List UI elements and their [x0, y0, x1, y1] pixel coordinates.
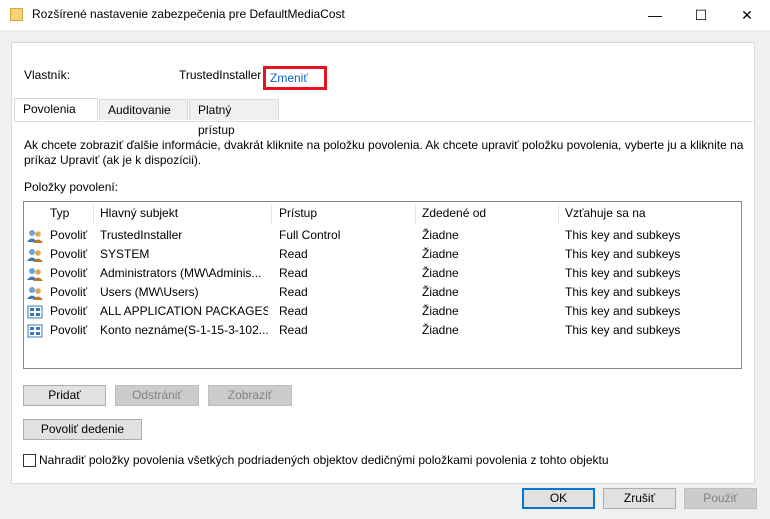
- info-text: Ak chcete zobraziť ďalšie informácie, dv…: [24, 138, 744, 167]
- view-button[interactable]: Zobraziť: [208, 385, 292, 406]
- title-bar: Rozšírené nastavenie zabezpečenia pre De…: [0, 0, 770, 30]
- tab-effective-access[interactable]: Platný prístup: [189, 99, 279, 137]
- apply-button[interactable]: Použiť: [684, 488, 757, 509]
- package-icon: [27, 324, 43, 338]
- minimize-button[interactable]: —: [632, 0, 678, 30]
- table-row[interactable]: Povoliť ALL APPLICATION PACKAGES Read Žiadn…: [24, 302, 741, 321]
- cell-access: Read: [279, 304, 308, 318]
- cell-principal: TrustedInstaller: [100, 228, 183, 242]
- cell-type: Povoliť: [50, 266, 88, 280]
- users-icon: [27, 286, 43, 300]
- column-header-applies-to[interactable]: Vzťahuje sa na: [565, 202, 646, 226]
- tab-divider: [14, 121, 753, 122]
- folder-icon: [10, 8, 23, 21]
- column-separator[interactable]: [415, 204, 416, 224]
- maximize-button[interactable]: ☐: [678, 0, 724, 30]
- table-row[interactable]: Povoliť Administrators (MW\Adminis... Read…: [24, 264, 741, 283]
- cell-type: Povoliť: [50, 228, 88, 242]
- tab-permissions[interactable]: Povolenia: [14, 98, 98, 121]
- cell-inherited: Žiadne: [422, 304, 459, 318]
- cell-principal: Administrators (MW\Adminis...: [100, 266, 262, 280]
- cell-type: Povoliť: [50, 285, 88, 299]
- cell-access: Read: [279, 323, 308, 337]
- cell-principal: SYSTEM: [100, 247, 150, 261]
- cell-applies: This key and subkeys: [565, 323, 681, 337]
- replace-child-permissions-checkbox[interactable]: [23, 454, 36, 467]
- cell-applies: This key and subkeys: [565, 247, 681, 261]
- window-title: Rozšírené nastavenie zabezpečenia pre De…: [32, 7, 345, 21]
- table-row[interactable]: Povoliť SYSTEM Read Žiadne This key and subk…: [24, 245, 741, 264]
- cell-inherited: Žiadne: [422, 266, 459, 280]
- column-separator[interactable]: [558, 204, 559, 224]
- cell-type: Povoliť: [50, 247, 88, 261]
- column-separator[interactable]: [271, 204, 272, 224]
- users-icon: [27, 267, 43, 281]
- permission-entries-list[interactable]: Typ Hlavný subjekt Prístup Zdedené od Vz…: [23, 201, 742, 369]
- cell-access: Read: [279, 266, 308, 280]
- cell-principal: Konto neznáme(S-1-15-3-102...: [100, 323, 268, 337]
- close-button[interactable]: ✕: [724, 0, 770, 30]
- cell-applies: This key and subkeys: [565, 285, 681, 299]
- cancel-button[interactable]: Zrušiť: [603, 488, 676, 509]
- cell-inherited: Žiadne: [422, 323, 459, 337]
- column-header-inherited-from[interactable]: Zdedené od: [422, 202, 486, 226]
- column-header-access[interactable]: Prístup: [279, 202, 317, 226]
- cell-inherited: Žiadne: [422, 285, 459, 299]
- change-owner-link[interactable]: Zmeniť: [263, 66, 327, 90]
- package-icon: [27, 305, 43, 319]
- cell-applies: This key and subkeys: [565, 304, 681, 318]
- column-separator[interactable]: [93, 204, 94, 224]
- cell-access: Full Control: [279, 228, 341, 242]
- users-icon: [27, 248, 43, 262]
- column-header-type[interactable]: Typ: [50, 202, 69, 226]
- table-row[interactable]: Povoliť Konto neznáme(S-1-15-3-102... Read…: [24, 321, 741, 340]
- remove-button[interactable]: Odstrániť: [115, 385, 199, 406]
- cell-type: Povoliť: [50, 323, 88, 337]
- add-button[interactable]: Pridať: [23, 385, 106, 406]
- permission-entries-label: Položky povolení:: [24, 180, 119, 194]
- replace-child-permissions-label: Nahradiť položky povolenia všetkých podr…: [39, 453, 609, 467]
- tab-auditing[interactable]: Auditovanie: [99, 99, 188, 120]
- owner-label: Vlastník:: [24, 68, 71, 82]
- table-row[interactable]: Povoliť Users (MW\Users) Read Žiadne This ke…: [24, 283, 741, 302]
- users-icon: [27, 229, 43, 243]
- cell-applies: This key and subkeys: [565, 266, 681, 280]
- ok-button[interactable]: OK: [522, 488, 595, 509]
- cell-applies: This key and subkeys: [565, 228, 681, 242]
- column-header-principal[interactable]: Hlavný subjekt: [100, 202, 178, 226]
- table-row[interactable]: Povoliť TrustedInstaller Full Control Žiadn…: [24, 226, 741, 245]
- cell-inherited: Žiadne: [422, 247, 459, 261]
- enable-inheritance-button[interactable]: Povoliť dedenie: [23, 419, 142, 440]
- owner-value: TrustedInstaller: [179, 68, 262, 82]
- cell-inherited: Žiadne: [422, 228, 459, 242]
- cell-principal: Users (MW\Users): [100, 285, 199, 299]
- cell-principal: ALL APPLICATION PACKAGES: [100, 304, 268, 318]
- cell-access: Read: [279, 247, 308, 261]
- cell-access: Read: [279, 285, 308, 299]
- cell-type: Povoliť: [50, 304, 88, 318]
